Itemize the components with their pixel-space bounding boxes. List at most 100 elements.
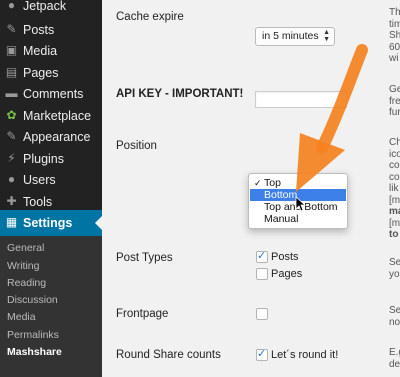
frontpage-description: Se no	[389, 305, 400, 328]
desc-line: Se	[389, 257, 400, 268]
position-option-top-and-bottom[interactable]: Top and Bottom	[250, 201, 346, 213]
sidebar-item-label: Pages	[23, 66, 59, 80]
cache-expire-description: Th tim Sh 60 wi	[389, 7, 400, 65]
round-share-counts-checkbox[interactable]: ✓	[256, 348, 268, 361]
comments-icon: ▬	[5, 86, 18, 100]
sidebar-item-label: Media	[23, 44, 58, 58]
pushpin-icon: ✎	[6, 22, 17, 36]
submenu-item-media[interactable]: Media	[7, 310, 36, 324]
sidebar-item-jetpack[interactable]: ● Jetpack	[0, 0, 102, 16]
users-icon: ●	[7, 172, 16, 186]
desc-line: Ch	[389, 137, 400, 148]
cache-expire-value: in 5 minutes	[262, 30, 319, 42]
settings-submenu: General Writing Reading Discussion Media…	[0, 236, 102, 377]
desc-line: tim	[389, 18, 400, 30]
desc-line: ico	[389, 148, 400, 160]
desc-line: de	[389, 358, 400, 370]
media-icon: ▣	[5, 43, 18, 57]
select-arrows-icon: ▲ ▼	[323, 29, 330, 43]
position-description: Ch ico co co lik [m ma [m to	[389, 137, 400, 241]
sidebar-item-plugins[interactable]: ⚡ Plugins	[0, 149, 102, 169]
submenu-item-general[interactable]: General	[7, 241, 44, 255]
desc-line: [m	[389, 217, 400, 229]
cache-expire-select[interactable]: in 5 minutes ▲ ▼	[255, 27, 335, 46]
sidebar-item-label: Tools	[23, 195, 53, 209]
checkmark-icon: ✓	[257, 348, 267, 360]
post-types-label: Post Types	[116, 252, 173, 264]
sidebar-item-settings[interactable]: ▦ Settings	[0, 210, 102, 236]
api-key-description: Ge fre fur	[389, 84, 400, 119]
active-indicator	[95, 216, 102, 230]
desc-line: E.g	[389, 347, 400, 358]
marketplace-icon: ✿	[6, 108, 17, 122]
pages-icon: ▤	[5, 65, 18, 79]
sidebar-item-marketplace[interactable]: ✿ Marketplace	[0, 106, 102, 126]
submenu-item-discussion[interactable]: Discussion	[7, 293, 58, 307]
pages-checkbox[interactable]	[256, 268, 268, 280]
sidebar-item-label: Comments	[23, 87, 84, 101]
round-share-counts-description: E.g de	[389, 347, 400, 370]
desc-line: 60	[389, 41, 400, 53]
sidebar-item-posts[interactable]: ✎ Posts	[0, 20, 102, 40]
desc-line: fre	[389, 95, 400, 107]
sidebar-item-appearance[interactable]: ✎ Appearance	[0, 127, 102, 147]
frontpage-label: Frontpage	[116, 308, 169, 320]
sidebar-item-label: Settings	[23, 216, 73, 230]
sidebar-item-comments[interactable]: ▬ Comments	[0, 84, 102, 104]
posts-checkbox[interactable]: ✓	[256, 250, 268, 263]
sidebar-item-media[interactable]: ▣ Media	[0, 41, 102, 61]
position-option-top[interactable]: ✓ Top	[250, 177, 346, 189]
submenu-item-permalinks[interactable]: Permalinks	[7, 328, 59, 342]
desc-line: no	[389, 316, 400, 328]
desc-line: Th	[389, 7, 400, 18]
position-label: Position	[116, 140, 157, 152]
cache-expire-label: Cache expire	[116, 11, 184, 23]
plugins-icon: ⚡	[7, 151, 16, 165]
desc-line: ma	[389, 206, 400, 217]
desc-line: Se	[389, 305, 400, 316]
option-label: Top and Bottom	[264, 201, 338, 213]
option-label: Top	[264, 177, 281, 189]
sidebar-item-label: Marketplace	[23, 109, 92, 123]
position-dropdown-menu[interactable]: ✓ Top Bottom Top and Bottom Manual	[248, 173, 348, 229]
pages-checkbox-label: Pages	[271, 268, 303, 280]
post-types-description: Se yo	[389, 257, 400, 280]
desc-line: co	[389, 160, 400, 171]
round-share-counts-option-label: Let´s round it!	[271, 349, 339, 361]
sidebar-item-label: Appearance	[23, 130, 91, 144]
sidebar-item-tools[interactable]: ✚ Tools	[0, 192, 102, 212]
submenu-item-reading[interactable]: Reading	[7, 276, 46, 290]
submenu-item-mashshare[interactable]: Mashshare	[7, 345, 62, 359]
desc-line: co	[389, 171, 400, 183]
posts-checkbox-label: Posts	[271, 251, 299, 263]
option-label: Manual	[264, 213, 299, 225]
desc-line: Sh	[389, 30, 400, 41]
desc-line: yo	[389, 268, 400, 280]
sidebar-item-users[interactable]: ● Users	[0, 170, 102, 190]
settings-icon: ▦	[5, 215, 18, 229]
desc-line: lik	[389, 183, 399, 194]
round-share-counts-label: Round Share counts	[116, 349, 221, 361]
jetpack-icon: ●	[7, 0, 16, 12]
sidebar-item-pages[interactable]: ▤ Pages	[0, 63, 102, 83]
api-key-input[interactable]	[255, 91, 347, 108]
sidebar-item-label: Users	[23, 173, 56, 187]
sidebar-item-label: Posts	[23, 23, 55, 37]
desc-line: [m	[389, 194, 400, 206]
checkmark-icon: ✓	[254, 178, 262, 188]
appearance-icon: ✎	[6, 129, 17, 143]
checkmark-icon: ✓	[257, 250, 267, 262]
option-label: Bottom	[264, 189, 298, 201]
desc-line: fur	[389, 107, 400, 118]
admin-sidebar: ● Jetpack ✎ Posts ▣ Media ▤ Pages ▬ Comm…	[0, 0, 102, 377]
submenu-item-writing[interactable]: Writing	[7, 259, 39, 273]
tools-icon: ✚	[6, 194, 17, 208]
api-key-label: API KEY - IMPORTANT!	[116, 88, 244, 100]
sidebar-item-label: Plugins	[23, 152, 64, 166]
desc-line: wi	[389, 53, 399, 64]
sidebar-item-label: Jetpack	[23, 0, 67, 13]
position-option-manual[interactable]: Manual	[250, 213, 346, 225]
desc-line: to	[389, 229, 399, 240]
position-option-bottom[interactable]: Bottom	[250, 189, 346, 201]
frontpage-checkbox[interactable]	[256, 308, 268, 320]
